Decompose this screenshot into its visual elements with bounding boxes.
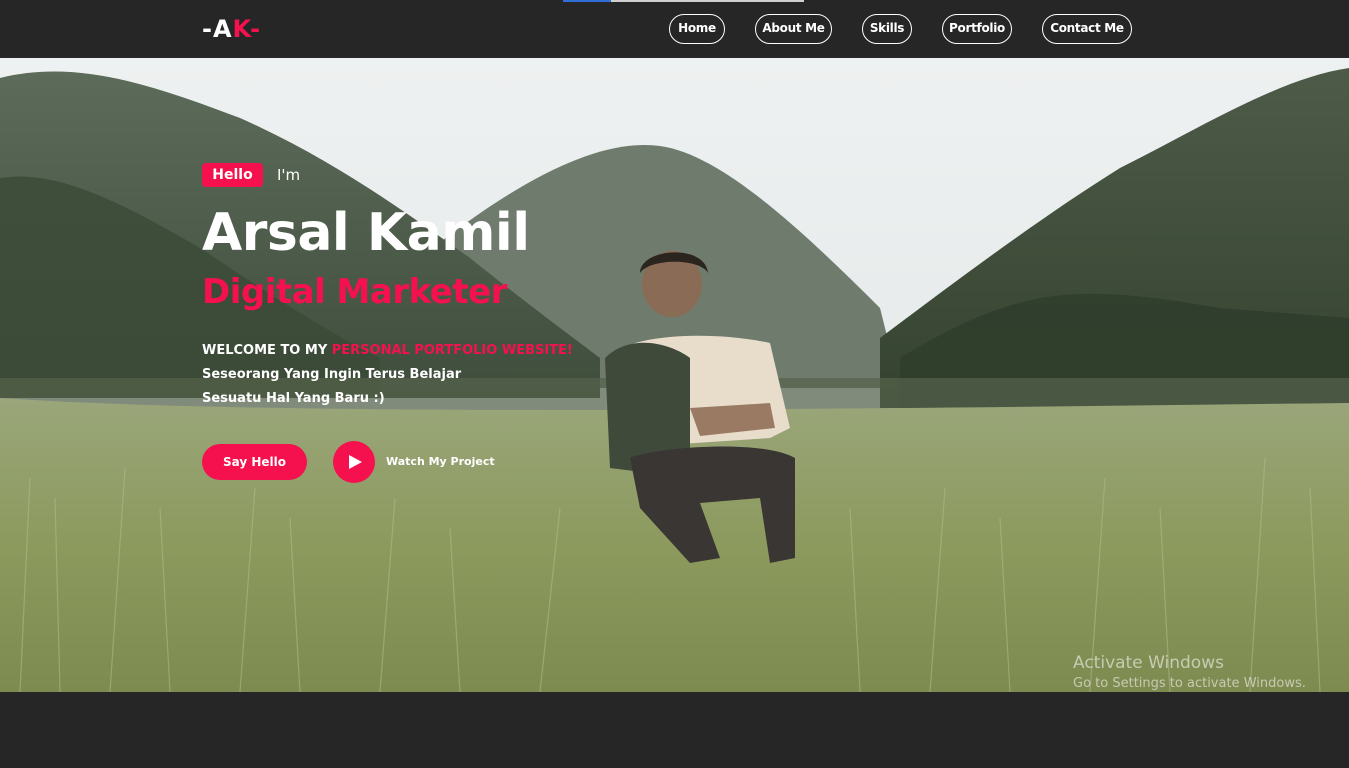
activate-windows-subtitle: Go to Settings to activate Windows. [1073,676,1306,691]
watch-project-play-button[interactable] [333,441,375,483]
scroll-progress-fill [563,0,612,2]
logo-dash-left: - [202,15,213,43]
tagline-line-1: Seseorang Yang Ingin Terus Belajar [202,367,462,382]
page-footer-strip [0,692,1349,768]
say-hello-button[interactable]: Say Hello [202,444,307,480]
nav-portfolio[interactable]: Portfolio [942,14,1012,44]
logo[interactable]: -AK- [202,15,261,43]
os-activation-watermark: Activate Windows Go to Settings to activ… [1073,652,1306,694]
nav-skills[interactable]: Skills [862,14,912,44]
nav-contact-me[interactable]: Contact Me [1042,14,1132,44]
watch-project-link[interactable]: Watch My Project [386,454,495,470]
nav-home[interactable]: Home [669,14,725,44]
hero-name: Arsal Kamil [202,203,530,263]
welcome-text: WELCOME TO MY PERSONAL PORTFOLIO WEBSITE… [202,342,573,360]
im-text: I'm [277,166,301,184]
hello-badge: Hello [202,163,263,187]
logo-letter-a: A [212,15,233,43]
tagline-line-2: Sesuatu Hal Yang Baru :) [202,391,385,406]
welcome-prefix: WELCOME TO MY [202,343,332,358]
activate-windows-title: Activate Windows [1073,653,1224,673]
navbar: -AK- Home About Me Skills Portfolio Cont… [0,0,1349,58]
logo-dash-right: - [250,15,262,43]
play-icon [349,455,362,469]
hero-section: Hello I'm Arsal Kamil Digital Marketer W… [0,58,1349,692]
scroll-progress-bar [563,0,804,2]
hero-role: Digital Marketer [202,272,507,312]
nav-about-me[interactable]: About Me [755,14,832,44]
logo-letter-k: K [232,15,251,43]
welcome-highlight: PERSONAL PORTFOLIO WEBSITE! [331,343,573,358]
